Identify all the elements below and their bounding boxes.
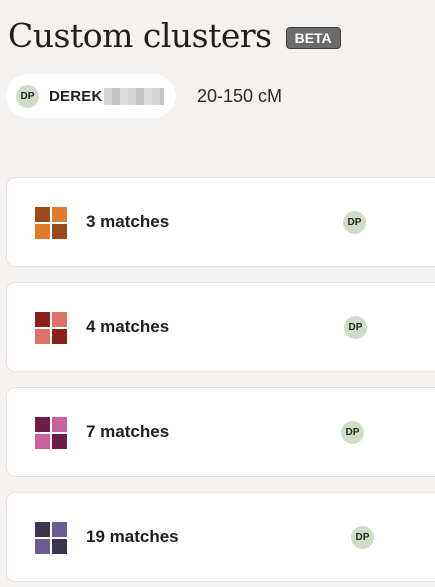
cluster-grid-cell: [52, 522, 67, 537]
custom-clusters-page: Custom clusters BETA DP DEREK 20-150 cM …: [0, 0, 435, 587]
cluster-grid-icon: [35, 417, 67, 449]
page-title: Custom clusters: [8, 16, 272, 55]
cm-range-label: 20-150 cM: [197, 85, 283, 106]
filter-row: DP DEREK 20-150 cM: [6, 74, 282, 118]
cluster-grid-icon: [35, 207, 67, 239]
cluster-grid-cell: [35, 224, 50, 239]
cluster-grid-cell: [35, 417, 50, 432]
cluster-grid-icon: [35, 522, 67, 554]
cluster-grid-icon: [35, 312, 67, 344]
cluster-grid-cell: [35, 207, 50, 222]
avatar: DP: [341, 421, 364, 444]
avatar: DP: [344, 316, 367, 339]
avatar: DP: [16, 84, 39, 108]
cluster-grid-cell: [52, 417, 67, 432]
cluster-grid-cell: [52, 312, 67, 327]
cluster-card[interactable]: 7 matches DP: [6, 387, 435, 477]
cluster-card[interactable]: 4 matches DP: [6, 282, 435, 372]
person-filter-chip[interactable]: DP DEREK: [6, 74, 176, 118]
cluster-grid-cell: [35, 329, 50, 344]
cluster-grid-cell: [52, 539, 67, 554]
cluster-card[interactable]: 3 matches DP: [6, 177, 435, 267]
cluster-grid-cell: [52, 224, 67, 239]
cluster-card[interactable]: 19 matches DP: [6, 492, 435, 582]
match-count: 4 matches: [86, 317, 170, 336]
cluster-grid-cell: [52, 329, 67, 344]
redacted-surname: [103, 87, 164, 105]
cluster-grid-cell: [35, 539, 50, 554]
page-header: Custom clusters BETA: [8, 14, 341, 58]
avatar: DP: [343, 211, 366, 234]
match-count: 19 matches: [86, 527, 179, 546]
cluster-grid-cell: [35, 522, 50, 537]
match-count: 7 matches: [86, 422, 170, 441]
cluster-grid-cell: [35, 312, 50, 327]
avatar: DP: [351, 526, 374, 549]
cluster-grid-cell: [52, 207, 67, 222]
cluster-grid-cell: [52, 434, 67, 449]
match-count: 3 matches: [86, 212, 170, 231]
cluster-grid-cell: [35, 434, 50, 449]
person-name: DEREK: [49, 87, 103, 105]
beta-badge: BETA: [285, 27, 341, 49]
